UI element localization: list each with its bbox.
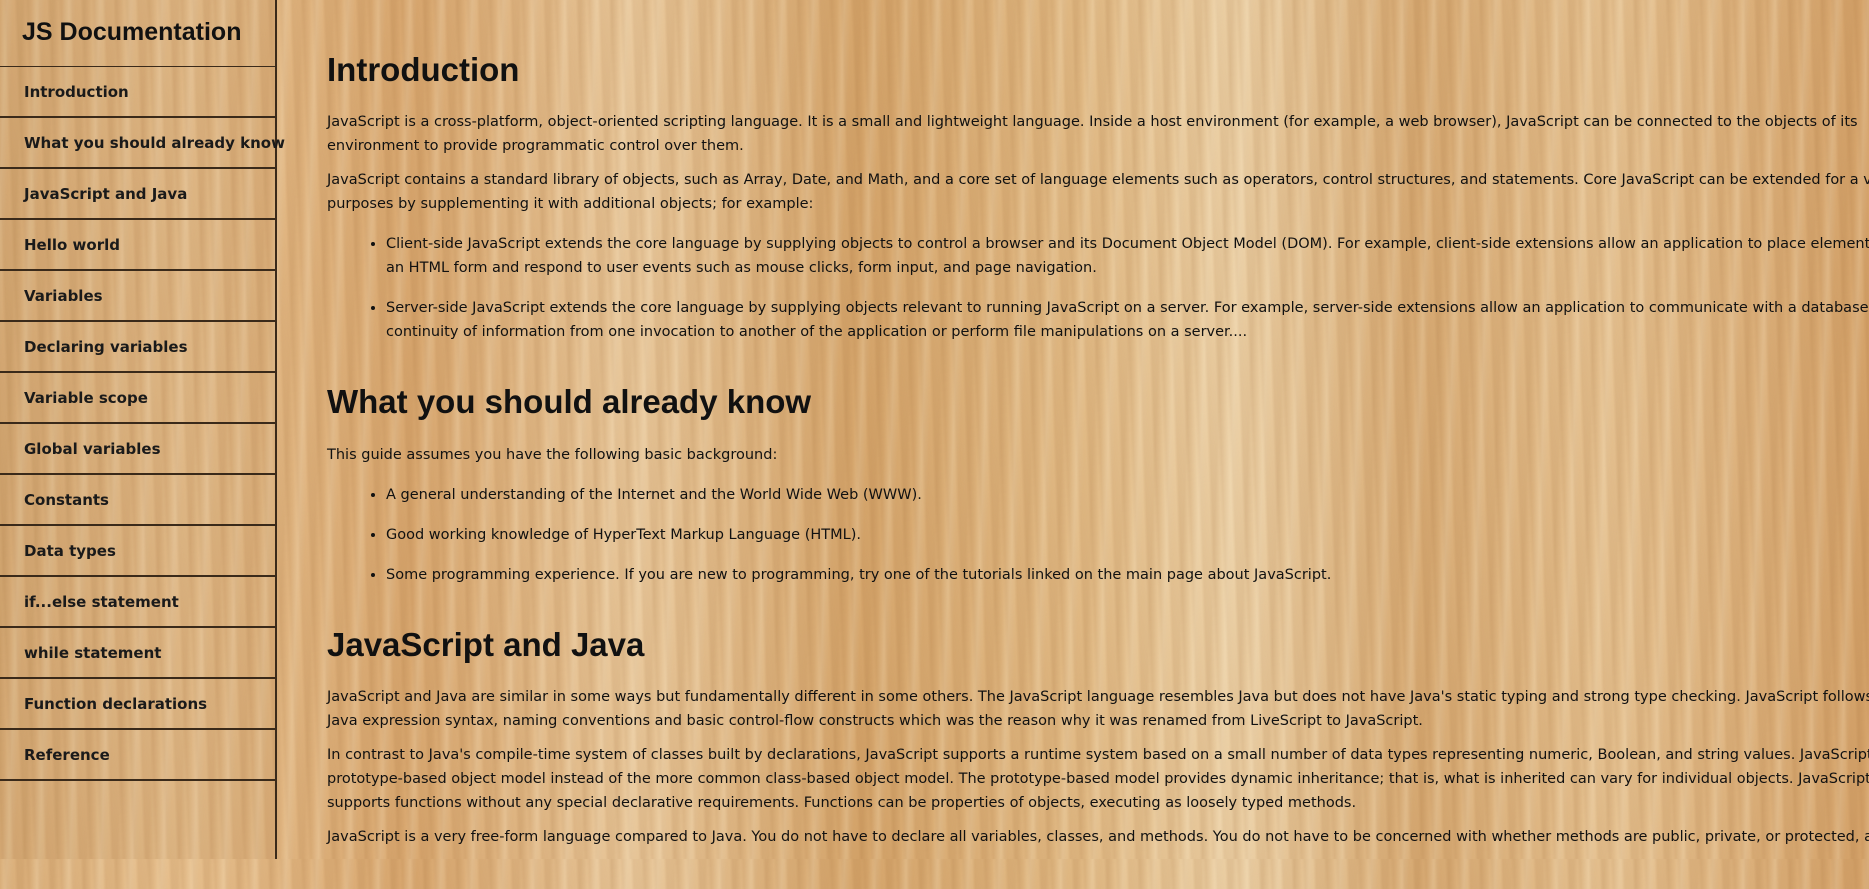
nav-link-introduction[interactable]: Introduction bbox=[0, 67, 275, 118]
nav-link-data-types[interactable]: Data types bbox=[0, 526, 275, 577]
nav-link-hello-world[interactable]: Hello world bbox=[0, 220, 275, 271]
navbar: JS Documentation Introduction What you s… bbox=[0, 0, 285, 859]
bullet-list: A general understanding of the Internet … bbox=[327, 483, 1869, 587]
list-item: Server-side JavaScript extends the core … bbox=[386, 296, 1869, 344]
list-item: A general understanding of the Internet … bbox=[386, 483, 1869, 507]
nav-link-constants[interactable]: Constants bbox=[0, 475, 275, 526]
paragraph: JavaScript is a cross-platform, object-o… bbox=[327, 114, 1858, 155]
section-what-you-should-already-know: What you should already know This guide … bbox=[327, 383, 1869, 587]
list-item: Client-side JavaScript extends the core … bbox=[386, 232, 1869, 280]
section-title: What you should already know bbox=[327, 383, 812, 421]
nav-link-variable-scope[interactable]: Variable scope bbox=[0, 373, 275, 424]
nav-link-function-declarations[interactable]: Function declarations bbox=[0, 679, 275, 730]
nav-link-if-else-statement[interactable]: if...else statement bbox=[0, 577, 275, 628]
list-item: Some programming experience. If you are … bbox=[386, 563, 1869, 587]
nav-link-variables[interactable]: Variables bbox=[0, 271, 275, 322]
paragraph: This guide assumes you have the followin… bbox=[327, 446, 778, 463]
nav-link-declaring-variables[interactable]: Declaring variables bbox=[0, 322, 275, 373]
navbar-title: JS Documentation bbox=[22, 18, 242, 46]
nav-link-javascript-and-java[interactable]: JavaScript and Java bbox=[0, 169, 275, 220]
paragraph: In contrast to Java's compile-time syste… bbox=[327, 746, 1869, 811]
nav-link-reference[interactable]: Reference bbox=[0, 730, 275, 781]
list-item: Good working knowledge of HyperText Mark… bbox=[386, 523, 1869, 547]
paragraph: JavaScript and Java are similar in some … bbox=[327, 688, 1869, 729]
section-javascript-and-java: JavaScript and Java JavaScript and Java … bbox=[327, 625, 1869, 849]
section-title: Introduction bbox=[327, 51, 520, 88]
nav-link-while-statement[interactable]: while statement bbox=[0, 628, 275, 679]
nav-list: Introduction What you should already kno… bbox=[0, 66, 285, 781]
nav-link-global-variables[interactable]: Global variables bbox=[0, 424, 275, 475]
paragraph: JavaScript contains a standard library o… bbox=[327, 172, 1869, 213]
nav-link-what-you-should-already-know[interactable]: What you should already know bbox=[0, 118, 285, 169]
main-doc: Introduction JavaScript is a cross-platf… bbox=[327, 40, 1869, 889]
section-introduction: Introduction JavaScript is a cross-platf… bbox=[327, 51, 1869, 344]
paragraph: JavaScript is a very free-form language … bbox=[327, 828, 1869, 845]
section-title: JavaScript and Java bbox=[327, 625, 645, 663]
bullet-list: Client-side JavaScript extends the core … bbox=[327, 232, 1869, 344]
